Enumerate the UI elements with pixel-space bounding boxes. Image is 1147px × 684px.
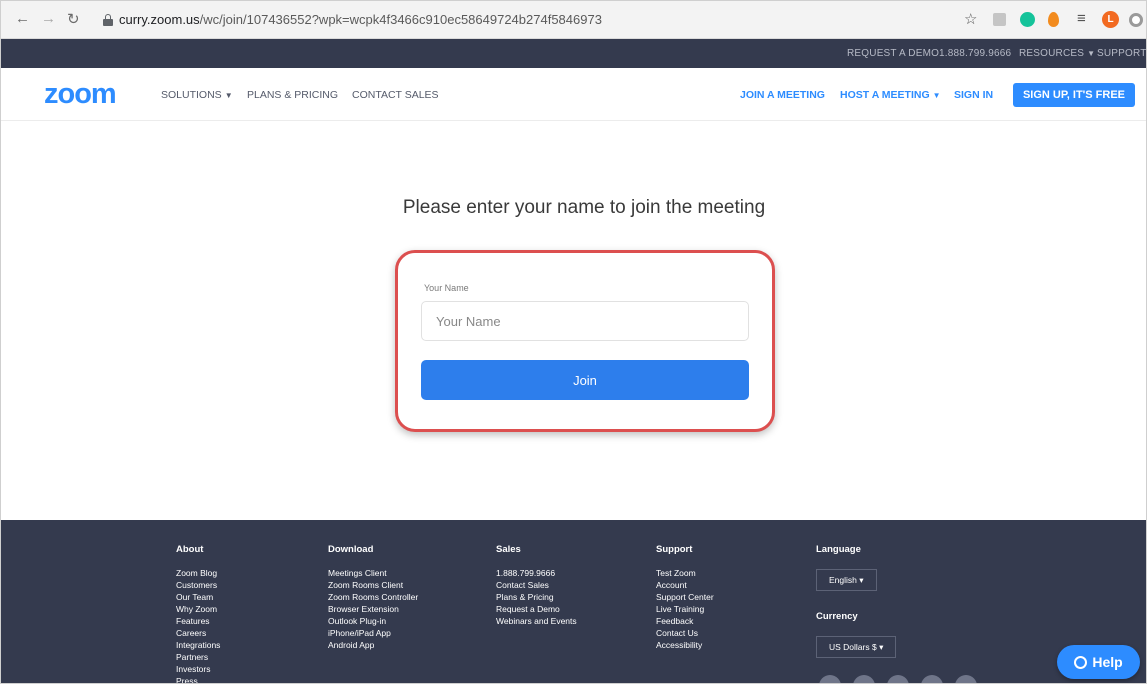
social-icon[interactable] [819, 675, 841, 683]
currency-value: US Dollars $ [829, 642, 877, 652]
footer-link[interactable]: Plans & Pricing [496, 591, 577, 603]
caret-down-icon: ▾ [879, 642, 884, 652]
chat-bubble-icon [1074, 656, 1088, 669]
main-header: zoom SOLUTIONS ▼ PLANS & PRICING CONTACT … [1, 68, 1146, 121]
address-bar[interactable]: curry.zoom.us/wc/join/107436552?wpk=wcpk… [119, 12, 602, 27]
caret-down-icon: ▼ [932, 91, 941, 100]
linkedin-icon[interactable] [853, 675, 875, 683]
footer-link[interactable]: Contact Us [656, 627, 714, 639]
reading-list-icon[interactable]: ≡ [1077, 10, 1086, 27]
browser-window: ← → ↻ curry.zoom.us/wc/join/107436552?wp… [0, 0, 1147, 684]
footer-link[interactable]: Investors [176, 663, 220, 675]
currency-select[interactable]: US Dollars $ ▾ [816, 636, 897, 658]
bookmark-star-icon[interactable]: ☆ [964, 10, 977, 28]
footer-link[interactable]: Request a Demo [496, 603, 577, 615]
extension-icon[interactable] [993, 13, 1006, 26]
footer-link[interactable]: Outlook Plug-in [328, 615, 418, 627]
reload-icon[interactable]: ↻ [67, 10, 80, 28]
language-value: English [829, 575, 857, 585]
nav-host-label: HOST A MEETING [840, 89, 930, 101]
footer-link[interactable]: Features [176, 615, 220, 627]
footer-link[interactable]: Account [656, 579, 714, 591]
footer-column-download: Download Meetings Client Zoom Rooms Clie… [328, 544, 418, 651]
lock-icon [103, 14, 113, 26]
resources-menu[interactable]: RESOURCES ▼ [1019, 48, 1095, 59]
page-title: Please enter your name to join the meeti… [402, 197, 766, 218]
footer-link[interactable]: Why Zoom [176, 603, 220, 615]
footer-link[interactable]: Support Center [656, 591, 714, 603]
url-host: curry.zoom.us [119, 12, 200, 27]
caret-down-icon: ▼ [1087, 49, 1096, 58]
name-field-label: Your Name [424, 283, 469, 293]
support-link[interactable]: SUPPORT [1097, 48, 1146, 59]
fire-extension-icon[interactable] [1048, 12, 1059, 27]
footer-column-about: About Zoom Blog Customers Our Team Why Z… [176, 544, 220, 683]
help-button[interactable]: Help [1057, 645, 1140, 679]
footer-link[interactable]: Accessibility [656, 639, 714, 651]
facebook-icon[interactable] [955, 675, 977, 683]
language-select[interactable]: English ▾ [816, 569, 877, 591]
footer-link[interactable]: Meetings Client [328, 567, 418, 579]
footer-column-sales: Sales 1.888.799.9666 Contact Sales Plans… [496, 544, 577, 627]
profile-avatar[interactable]: L [1102, 11, 1119, 28]
join-form-card: Your Name Join [395, 250, 775, 432]
footer-link[interactable]: Customers [176, 579, 220, 591]
footer-link[interactable]: Webinars and Events [496, 615, 577, 627]
footer-heading: About [176, 544, 204, 555]
grammarly-extension-icon[interactable] [1020, 12, 1035, 27]
name-input[interactable] [421, 301, 749, 341]
footer-column-support: Support Test Zoom Account Support Center… [656, 544, 714, 651]
footer-heading: Currency [816, 611, 858, 622]
footer-link[interactable]: iPhone/iPad App [328, 627, 418, 639]
resources-label: RESOURCES [1019, 48, 1085, 59]
footer-link[interactable]: Zoom Blog [176, 567, 220, 579]
url-path: /wc/join/107436552?wpk=wcpk4f3466c910ec5… [199, 12, 602, 27]
footer-link[interactable]: Careers [176, 627, 220, 639]
footer-link[interactable]: Contact Sales [496, 579, 577, 591]
footer-heading: Language [816, 544, 861, 555]
footer-link[interactable]: Integrations [176, 639, 220, 651]
help-label: Help [1092, 654, 1123, 670]
footer-link[interactable]: Android App [328, 639, 418, 651]
request-demo-link[interactable]: REQUEST A DEMO [847, 48, 939, 59]
nav-sign-in[interactable]: SIGN IN [954, 89, 993, 101]
caret-down-icon: ▾ [859, 575, 864, 585]
footer-link[interactable]: Feedback [656, 615, 714, 627]
nav-join-meeting[interactable]: JOIN A MEETING [740, 89, 825, 101]
nav-host-meeting[interactable]: HOST A MEETING ▼ [840, 89, 941, 101]
phone-link[interactable]: 1.888.799.9666 [939, 48, 1011, 59]
footer-heading: Support [656, 544, 693, 555]
footer-heading: Download [328, 544, 374, 555]
browser-toolbar: ← → ↻ curry.zoom.us/wc/join/107436552?wp… [1, 1, 1146, 39]
twitter-icon[interactable] [887, 675, 909, 683]
footer-column-language: Language English ▾ Currency US Dollars $… [816, 544, 897, 658]
footer-link[interactable]: Browser Extension [328, 603, 418, 615]
footer-link[interactable]: Zoom Rooms Client [328, 579, 418, 591]
footer-link[interactable]: 1.888.799.9666 [496, 567, 577, 579]
utility-bar: REQUEST A DEMO 1.888.799.9666 RESOURCES ▼… [1, 39, 1146, 68]
nav-solutions-label: SOLUTIONS [161, 89, 222, 101]
back-arrow-icon[interactable]: ← [15, 10, 30, 27]
footer-link[interactable]: Our Team [176, 591, 220, 603]
zoom-logo[interactable]: zoom [44, 78, 117, 111]
forward-arrow-icon[interactable]: → [41, 10, 56, 27]
footer: About Zoom Blog Customers Our Team Why Z… [1, 520, 1146, 683]
signup-button[interactable]: SIGN UP, IT'S FREE [1013, 83, 1135, 107]
nav-contact-sales[interactable]: CONTACT SALES [352, 89, 439, 101]
footer-heading: Sales [496, 544, 521, 555]
caret-down-icon: ▼ [224, 91, 233, 100]
nav-solutions[interactable]: SOLUTIONS ▼ [161, 89, 233, 101]
nav-plans-pricing[interactable]: PLANS & PRICING [247, 89, 338, 101]
extension-circle-icon[interactable] [1129, 13, 1143, 27]
join-button[interactable]: Join [421, 360, 749, 400]
youtube-icon[interactable] [921, 675, 943, 683]
footer-link[interactable]: Live Training [656, 603, 714, 615]
footer-link[interactable]: Press [176, 675, 220, 683]
footer-link[interactable]: Test Zoom [656, 567, 714, 579]
footer-link[interactable]: Zoom Rooms Controller [328, 591, 418, 603]
footer-link[interactable]: Partners [176, 651, 220, 663]
